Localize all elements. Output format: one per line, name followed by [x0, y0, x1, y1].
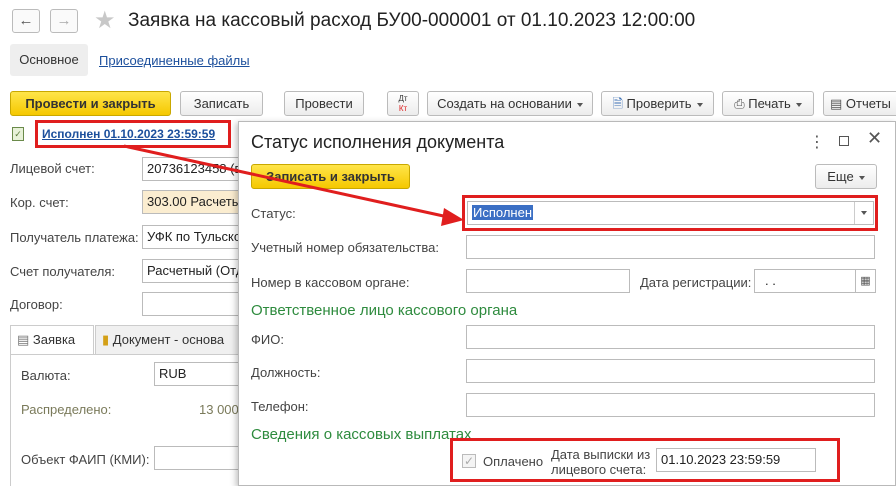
annotation-arrow: [123, 144, 464, 226]
